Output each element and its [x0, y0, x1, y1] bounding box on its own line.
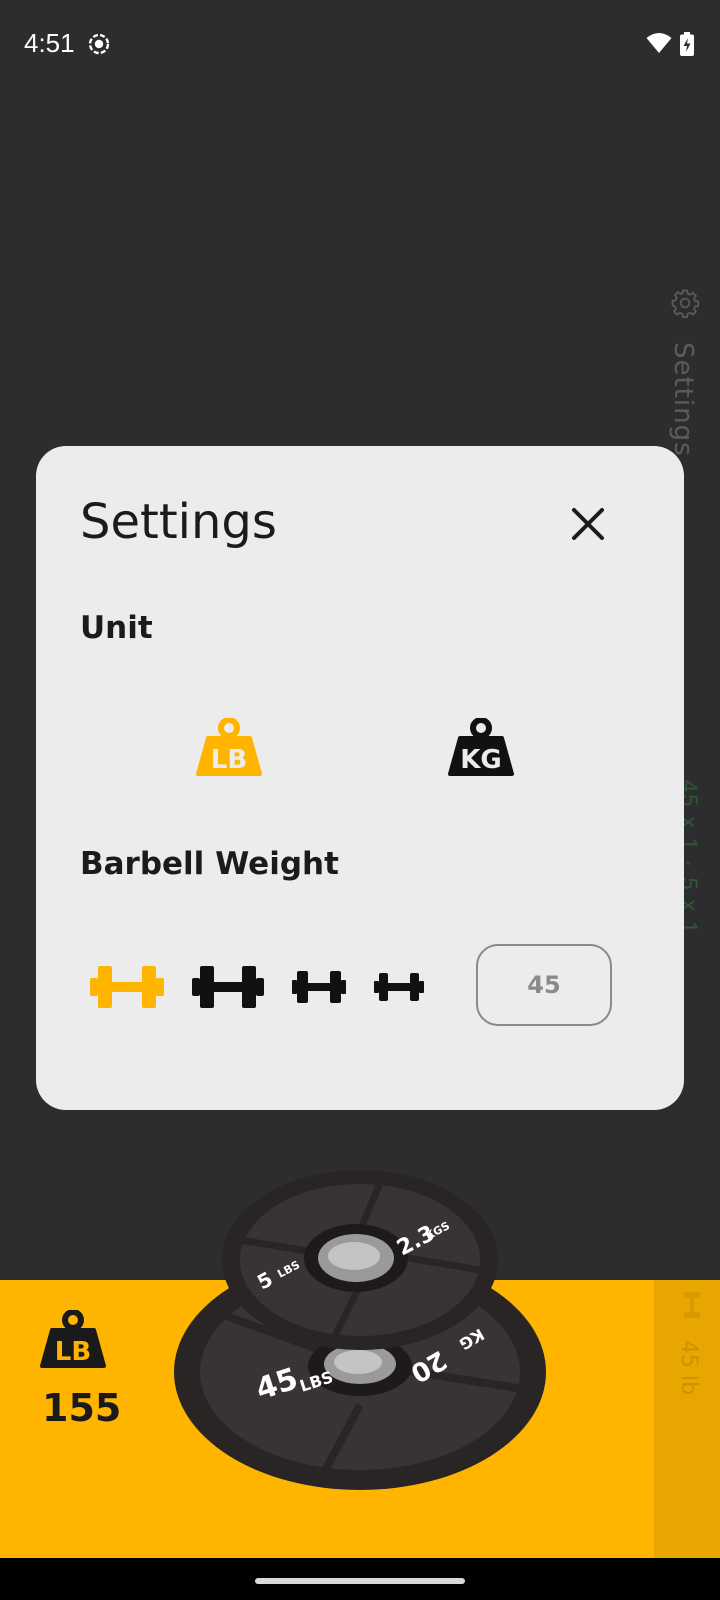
wifi-icon: [646, 33, 672, 53]
total-weight-value: 155: [42, 1386, 122, 1430]
unit-section-label: Unit: [80, 610, 153, 646]
battery-charging-icon: [680, 32, 694, 56]
gear-icon: [671, 289, 700, 318]
plates-illustration: 45 LBS 20 KG 5 LBS 2.3 KGS: [174, 1170, 546, 1490]
status-bar: 4:51: [0, 0, 720, 90]
barbell-weight-strip-label: 45 lb: [676, 1340, 701, 1396]
close-icon[interactable]: [568, 504, 608, 544]
settings-dialog: Settings Unit LB KG Barbell Weight: [36, 446, 684, 1110]
side-settings-label: Settings: [668, 342, 698, 457]
barbell-olympic-button[interactable]: [90, 964, 164, 1010]
unit-lb-text: LB: [211, 745, 247, 775]
unit-kg-text: KG: [460, 745, 502, 775]
lb-weight-icon: LB: [40, 1310, 106, 1368]
dialog-title: Settings: [80, 494, 277, 550]
barbell-side-strip[interactable]: [654, 1280, 720, 1558]
plate-5lb: 5 LBS 2.3 KGS: [222, 1170, 498, 1350]
unit-kg-option[interactable]: KG: [448, 718, 514, 776]
unit-lb-option[interactable]: LB: [196, 718, 262, 776]
status-time: 4:51: [24, 28, 75, 58]
barbell-short-button[interactable]: [292, 970, 346, 1004]
barbell-weight-input[interactable]: [476, 944, 612, 1026]
barbell-section-label: Barbell Weight: [80, 846, 339, 882]
barbell-small-icon: [684, 1292, 700, 1318]
barbell-mini-button[interactable]: [374, 972, 424, 1002]
screen-record-icon: [88, 33, 110, 55]
side-settings-tab[interactable]: Settings: [668, 288, 708, 457]
home-gesture-handle[interactable]: [255, 1578, 465, 1584]
barbell-standard-button[interactable]: [192, 964, 264, 1010]
lb-weight-icon-text: LB: [55, 1337, 91, 1367]
